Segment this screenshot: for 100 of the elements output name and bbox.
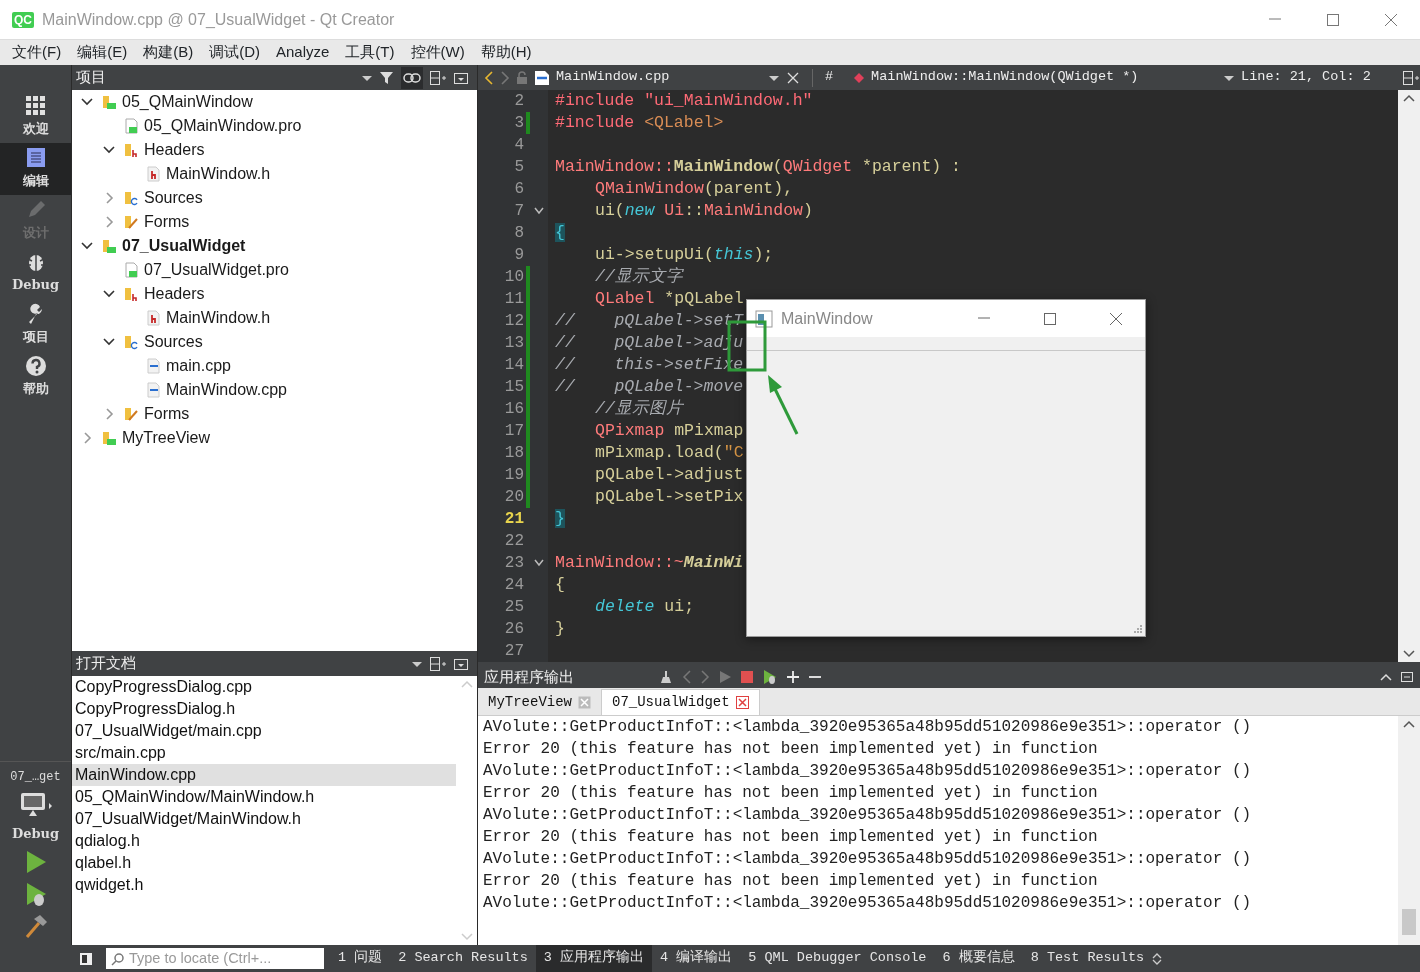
tree-item[interactable]: MyTreeView	[122, 426, 211, 450]
debug-run-icon[interactable]	[762, 669, 778, 685]
document-item[interactable]: qwidget.h	[72, 874, 456, 896]
output-pane-button[interactable]: 5 QML Debugger Console	[740, 945, 935, 972]
close-icon[interactable]	[1108, 310, 1124, 327]
menu-item[interactable]: 构建(B)	[135, 41, 202, 64]
split-icon[interactable]	[429, 655, 447, 672]
menu-item[interactable]: 控件(W)	[402, 41, 473, 64]
chevron-down-icon[interactable]	[81, 96, 93, 108]
document-item[interactable]: 07_UsualWidget/MainWindow.h	[72, 808, 456, 830]
mode-tab[interactable]: Debug	[0, 247, 71, 299]
locator-field[interactable]: Type to locate (Ctrl+...	[106, 948, 324, 969]
filter-icon[interactable]	[379, 69, 395, 86]
chevron-down-icon[interactable]	[103, 144, 115, 156]
output-pane-button[interactable]: 2 Search Results	[390, 945, 536, 972]
tree-item[interactable]: MainWindow.h	[166, 306, 271, 330]
output-pane-button[interactable]: 3 应用程序输出	[535, 945, 653, 972]
tree-item[interactable]: MainWindow.h	[166, 162, 271, 186]
split-icon[interactable]	[429, 69, 447, 86]
scroll-thumb[interactable]	[1402, 909, 1416, 935]
document-item[interactable]: src/main.cpp	[72, 742, 456, 764]
document-item[interactable]: qdialog.h	[72, 830, 456, 852]
menu-item[interactable]: 文件(F)	[4, 41, 70, 64]
maximize-icon[interactable]	[1042, 310, 1058, 327]
menu-item[interactable]: 帮助(H)	[472, 41, 540, 64]
mode-tab[interactable]: 欢迎	[0, 91, 71, 143]
chevron-right-icon[interactable]	[81, 432, 93, 444]
output-line: Error 20 (this feature has not been implemented yet) in function	[483, 871, 1099, 892]
cursor-position: Line: 21, Col: 2	[1241, 68, 1372, 87]
diamond-icon	[853, 71, 866, 84]
code-line: #include <QLabel>	[555, 112, 724, 134]
close-pane-icon[interactable]	[453, 656, 469, 671]
plus-icon[interactable]	[786, 670, 800, 684]
output-pane-button[interactable]: 1 问题	[330, 945, 391, 972]
chevron-down-icon[interactable]	[81, 240, 93, 252]
split-icon[interactable]	[1402, 69, 1420, 86]
maximize-icon[interactable]	[1325, 11, 1341, 28]
mode-tab[interactable]: 编辑	[0, 143, 71, 195]
sidebar-toggle-icon[interactable]	[79, 951, 93, 966]
menu-item[interactable]: Analyze	[268, 41, 338, 64]
link-icon[interactable]	[403, 71, 421, 84]
expand-caret-icon[interactable]	[1152, 952, 1163, 965]
chevron-right-icon[interactable]	[103, 216, 115, 228]
help-icon	[24, 355, 47, 378]
stop-icon[interactable]	[740, 670, 754, 684]
tree-item[interactable]: 05_QMainWindow	[122, 90, 253, 114]
scroll-up-icon[interactable]	[1403, 94, 1415, 102]
output-pane-button[interactable]: 6 概要信息	[934, 945, 1023, 972]
document-item[interactable]: MainWindow.cpp	[72, 764, 456, 786]
tree-item[interactable]: 07_UsualWidget.pro	[144, 258, 289, 282]
document-item[interactable]: CopyProgressDialog.h	[72, 698, 456, 720]
tree-item[interactable]: main.cpp	[166, 354, 231, 378]
tree-item[interactable]: Sources	[144, 330, 203, 354]
document-item[interactable]: CopyProgressDialog.cpp	[72, 676, 456, 698]
output-tab[interactable]: 07_UsualWidget	[601, 689, 760, 715]
line-number: 21	[503, 509, 525, 530]
document-item[interactable]: qlabel.h	[72, 852, 456, 874]
line-number: 26	[503, 619, 525, 640]
clear-icon[interactable]	[658, 669, 674, 685]
chevron-down-icon[interactable]	[103, 288, 115, 300]
mode-tab[interactable]: 帮助	[0, 351, 71, 403]
tree-item[interactable]: Headers	[144, 138, 205, 162]
scroll-up-icon[interactable]	[1403, 720, 1415, 728]
tree-item[interactable]: 05_QMainWindow.pro	[144, 114, 302, 138]
code-line: QLabel *pQLabel	[595, 288, 744, 310]
line-number: 18	[503, 443, 525, 464]
close-icon[interactable]	[735, 696, 749, 709]
tree-item[interactable]: Forms	[144, 402, 190, 426]
resize-grip-icon[interactable]	[1133, 624, 1143, 634]
document-item[interactable]: 05_QMainWindow/MainWindow.h	[72, 786, 456, 808]
output-line: Error 20 (this feature has not been implemented yet) in function	[483, 827, 1099, 848]
output-pane-button[interactable]: 4 编译输出	[652, 945, 741, 972]
chevron-right-icon[interactable]	[103, 408, 115, 420]
build-config-label: Debug	[11, 824, 60, 843]
tree-item[interactable]: Headers	[144, 282, 205, 306]
back-icon[interactable]	[484, 70, 494, 85]
menu-item[interactable]: 工具(T)	[337, 41, 403, 64]
output-line: AVolute::GetProductInfoT::<lambda_3920e95365a48b95dd51020986e9e351>::operator ()	[483, 761, 1253, 782]
close-icon[interactable]	[1383, 11, 1399, 28]
file-selector[interactable]: MainWindow.cpp	[556, 67, 762, 88]
close-pane-icon[interactable]	[453, 70, 469, 85]
scroll-down-icon[interactable]	[1403, 650, 1415, 658]
tree-item[interactable]: Sources	[144, 186, 203, 210]
document-item[interactable]: 07_UsualWidget/main.cpp	[72, 720, 456, 742]
output-pane-button[interactable]: 8 Test Results	[1022, 945, 1153, 972]
collapse-up-icon[interactable]	[1380, 673, 1392, 681]
tree-item[interactable]: Forms	[144, 210, 190, 234]
maximize-pane-icon[interactable]	[1400, 671, 1414, 683]
code-line: // pQLabel->move	[555, 376, 744, 398]
symbol-selector[interactable]: MainWindow::MainWindow(QWidget *)	[871, 67, 1218, 88]
mode-tab[interactable]: 项目	[0, 299, 71, 351]
monitor-icon[interactable]	[18, 791, 53, 818]
chevron-right-icon[interactable]	[103, 192, 115, 204]
menu-item[interactable]: 编辑(E)	[69, 41, 136, 64]
line-number: 9	[513, 245, 525, 266]
project-folder-icon	[101, 238, 117, 254]
tree-item[interactable]: MainWindow.cpp	[166, 378, 287, 402]
chevron-down-icon[interactable]	[103, 336, 115, 348]
tree-item[interactable]: 07_UsualWidget	[122, 234, 246, 258]
menu-item[interactable]: 调试(D)	[201, 41, 268, 64]
